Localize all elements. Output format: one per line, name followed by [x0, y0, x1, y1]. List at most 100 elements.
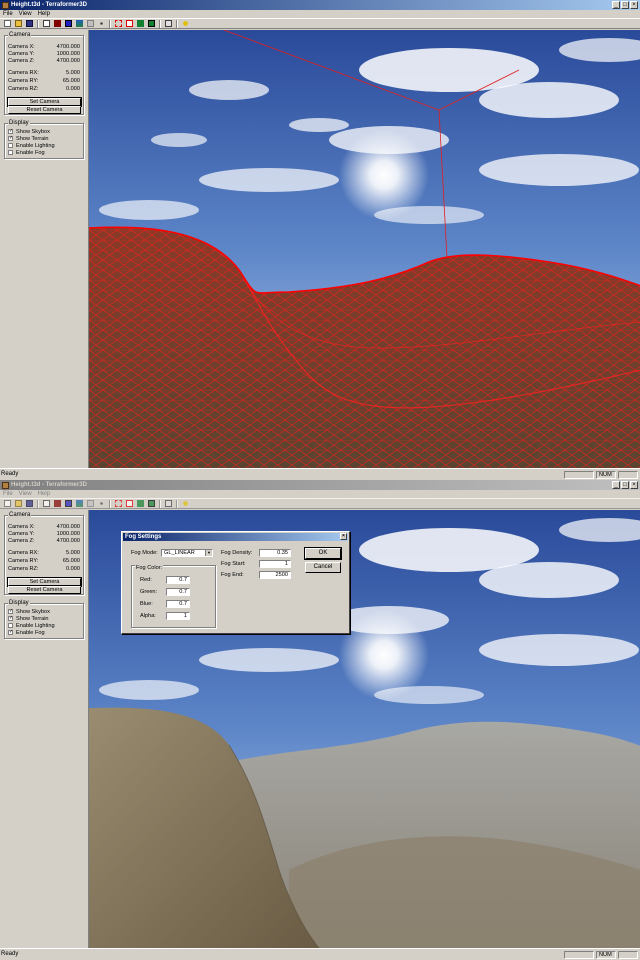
chevron-down-icon[interactable]: ▼	[205, 550, 212, 556]
red-box-icon[interactable]	[125, 499, 134, 508]
enable-fog-checkbox[interactable]: Enable Fog	[8, 149, 45, 156]
enable-lighting-checkbox[interactable]: Enable Lighting	[8, 142, 55, 149]
menu-view[interactable]: View	[19, 11, 32, 17]
textured-icon[interactable]	[75, 499, 84, 508]
camera-y-row: Camera Y: 1000.000	[8, 51, 80, 58]
toolbar	[0, 18, 640, 29]
enable-fog-checkbox[interactable]: ✓ Enable Fog	[8, 629, 45, 636]
toolbar-separator	[109, 499, 111, 508]
toolbar-separator	[109, 19, 111, 28]
enable-lighting-label: Enable Lighting	[16, 622, 55, 629]
fog-mode-select[interactable]: GL_LINEAR ▼	[161, 549, 213, 557]
green-field[interactable]: 0.7	[166, 588, 190, 596]
ok-button[interactable]: OK	[304, 547, 342, 560]
show-skybox-checkbox[interactable]: ✓ Show Skybox	[8, 608, 50, 615]
red-field[interactable]: 0.7	[166, 576, 190, 584]
help-icon[interactable]	[181, 499, 190, 508]
show-terrain-checkbox[interactable]: ✓ Show Terrain	[8, 135, 49, 142]
camera-ry-label: Camera RY:	[8, 78, 39, 84]
menu-help[interactable]: Help	[38, 11, 50, 17]
flat-icon[interactable]	[86, 19, 95, 28]
red-grid-icon[interactable]	[114, 499, 123, 508]
flat-icon[interactable]	[86, 499, 95, 508]
alpha-field[interactable]: 1	[166, 612, 190, 620]
open-folder-icon[interactable]	[14, 499, 23, 508]
help-icon[interactable]	[181, 19, 190, 28]
green-box-icon[interactable]	[147, 19, 156, 28]
maximize-button[interactable]: □	[621, 1, 629, 9]
blue-field[interactable]: 0.7	[166, 600, 190, 608]
new-file-icon[interactable]	[3, 499, 12, 508]
export-icon[interactable]	[164, 19, 173, 28]
new-file-icon[interactable]	[3, 19, 12, 28]
menu-file[interactable]: File	[3, 11, 13, 17]
minimize-button[interactable]: _	[612, 481, 620, 489]
show-skybox-checkbox[interactable]: ✓ Show Skybox	[8, 128, 50, 135]
menu-file[interactable]: File	[3, 491, 13, 497]
camera-rz-value: 0.000	[66, 566, 80, 572]
menu-view[interactable]: View	[19, 491, 32, 497]
solid-terrain-icon[interactable]	[53, 499, 62, 508]
camera-x-value: 4700.000	[56, 524, 80, 530]
solid-terrain-icon[interactable]	[53, 19, 62, 28]
enable-fog-label: Enable Fog	[16, 149, 45, 156]
cancel-button[interactable]: Cancel	[305, 562, 341, 573]
title-bar: Height.t3d - Terraformer3D _ □ ×	[0, 0, 640, 10]
reset-camera-button[interactable]: Reset Camera	[8, 586, 81, 594]
fog-color-group: Fog Color: Red: 0.7 Green: 0.7 Blue: 0.7…	[131, 565, 216, 628]
camera-z-label: Camera Z:	[8, 538, 35, 544]
wireframe-icon[interactable]	[64, 499, 73, 508]
toolbar-separator	[159, 499, 161, 508]
set-camera-button[interactable]: Set Camera	[7, 577, 82, 587]
enable-lighting-label: Enable Lighting	[16, 142, 55, 149]
alpha-label: Alpha:	[140, 613, 156, 619]
show-terrain-checkbox[interactable]: ✓ Show Terrain	[8, 615, 49, 622]
camera-rx-label: Camera RX:	[8, 70, 39, 76]
red-grid-icon[interactable]	[114, 19, 123, 28]
fog-density-field[interactable]: 0.35	[259, 549, 291, 557]
3d-viewport[interactable]: Fog Settings × Fog Mode: GL_LINEAR ▼ Fog…	[88, 510, 640, 948]
wireframe-icon[interactable]	[64, 19, 73, 28]
green-terrain-icon[interactable]	[136, 499, 145, 508]
fog-end-field[interactable]: 2500	[259, 571, 291, 579]
points-icon[interactable]	[97, 499, 106, 508]
green-terrain-icon[interactable]	[136, 19, 145, 28]
camera-y-row: Camera Y: 1000.000	[8, 531, 80, 538]
fog-start-field[interactable]: 1	[259, 560, 291, 568]
camera-z-label: Camera Z:	[8, 58, 35, 64]
fog-start-label: Fog Start:	[221, 561, 246, 567]
menu-help[interactable]: Help	[38, 491, 50, 497]
close-button[interactable]: ×	[630, 1, 638, 9]
app-window-wireframe: Height.t3d - Terraformer3D _ □ × File Vi…	[0, 0, 640, 480]
close-button[interactable]: ×	[630, 481, 638, 489]
save-icon[interactable]	[25, 19, 34, 28]
dialog-close-button[interactable]: ×	[340, 533, 347, 540]
set-camera-button[interactable]: Set Camera	[7, 97, 82, 107]
3d-viewport[interactable]	[88, 30, 640, 468]
green-box-icon[interactable]	[147, 499, 156, 508]
enable-lighting-checkbox[interactable]: Enable Lighting	[8, 622, 55, 629]
open-folder-icon[interactable]	[14, 19, 23, 28]
reset-camera-button[interactable]: Reset Camera	[8, 106, 81, 114]
camera-x-row: Camera X: 4700.000	[8, 524, 80, 531]
red-box-icon[interactable]	[125, 19, 134, 28]
status-ready: Ready	[1, 471, 19, 477]
display-group-title: Display	[8, 600, 30, 606]
camera-z-value: 4700.000	[56, 538, 80, 544]
save-icon[interactable]	[25, 499, 34, 508]
fit-view-icon[interactable]	[42, 19, 51, 28]
checkbox-mark: ✓	[8, 128, 14, 134]
window-title: Height.t3d - Terraformer3D	[11, 2, 87, 8]
points-icon[interactable]	[97, 19, 106, 28]
status-num: NUM	[596, 471, 616, 479]
export-icon[interactable]	[164, 499, 173, 508]
toolbar-separator	[37, 19, 39, 28]
minimize-button[interactable]: _	[612, 1, 620, 9]
textured-icon[interactable]	[75, 19, 84, 28]
camera-ry-value: 65.000	[62, 78, 80, 84]
camera-rx-label: Camera RX:	[8, 550, 39, 556]
fit-view-icon[interactable]	[42, 499, 51, 508]
camera-x-label: Camera X:	[8, 44, 35, 50]
camera-z-value: 4700.000	[56, 58, 80, 64]
maximize-button[interactable]: □	[621, 481, 629, 489]
